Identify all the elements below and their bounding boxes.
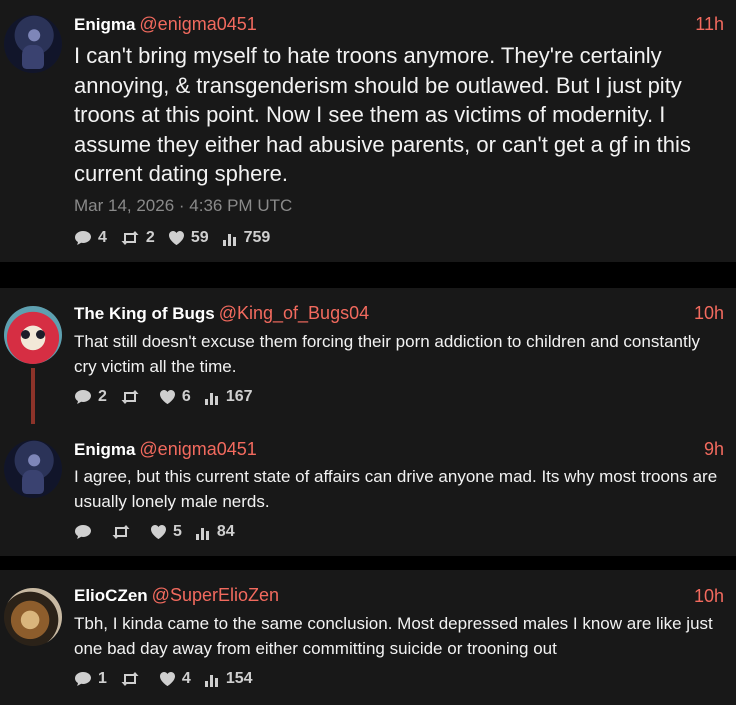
author-name[interactable]: Enigma — [74, 440, 135, 459]
repost-icon — [121, 231, 139, 245]
repost-button[interactable] — [120, 389, 146, 405]
repost-count: 2 — [145, 229, 155, 246]
reply-button[interactable] — [74, 524, 98, 540]
main-post-card[interactable]: Enigma @enigma0451 11h I can't bring myse… — [0, 0, 736, 262]
like-icon — [168, 231, 184, 245]
repost-icon — [112, 525, 130, 539]
post-stats: 1 4 154 — [74, 670, 266, 688]
views-icon — [204, 674, 218, 687]
post-text: I can't bring myself to hate troons anym… — [74, 43, 691, 186]
author-handle[interactable]: @King_of_Bugs04 — [219, 303, 369, 323]
like-icon — [159, 672, 175, 686]
post-date[interactable]: Mar 14, 2026 · 4:36 PM UTC — [74, 196, 292, 216]
reply-button[interactable]: 2 — [74, 388, 107, 406]
reply-count: 2 — [98, 388, 107, 405]
post-time[interactable]: 10h — [694, 303, 724, 324]
like-count: 6 — [181, 388, 191, 405]
views-icon — [195, 527, 209, 540]
reply-button[interactable]: 4 — [74, 229, 107, 247]
author-handle[interactable]: @enigma0451 — [139, 14, 256, 34]
views-icon — [222, 233, 236, 246]
post-author[interactable]: Enigma @enigma0451 — [74, 14, 257, 35]
reply-count: 1 — [98, 670, 107, 687]
like-count: 5 — [173, 523, 182, 540]
views-count: 154 — [225, 670, 253, 687]
views-button[interactable]: 167 — [204, 388, 253, 406]
post-author[interactable]: The King of Bugs @King_of_Bugs04 — [74, 303, 369, 324]
post-text: That still doesn't excuse them forcing t… — [74, 332, 700, 376]
reply-count: 4 — [98, 229, 107, 246]
post-time[interactable]: 9h — [704, 439, 724, 460]
views-button[interactable]: 759 — [222, 229, 271, 247]
post-time[interactable]: 11h — [695, 14, 724, 35]
post-stats: 4 2 59 759 — [74, 229, 283, 247]
author-name[interactable]: ElioCZen — [74, 586, 148, 605]
views-icon — [204, 392, 218, 405]
views-count: 167 — [225, 388, 253, 405]
like-button[interactable]: 4 — [159, 670, 191, 688]
author-handle[interactable]: @enigma0451 — [139, 439, 256, 459]
like-button[interactable]: 6 — [159, 388, 191, 406]
reply-button[interactable]: 1 — [74, 670, 107, 688]
reply-icon — [75, 231, 91, 245]
repost-button[interactable] — [120, 671, 146, 687]
like-icon — [159, 390, 175, 404]
like-button[interactable]: 59 — [168, 229, 209, 247]
reply-post-card[interactable]: ElioCZen @SuperElioZen 10h Tbh, I kinda c… — [0, 570, 736, 705]
views-count: 84 — [216, 523, 235, 540]
post-text: Tbh, I kinda came to the same conclusion… — [74, 614, 713, 658]
post-stats: 2 6 167 — [74, 388, 266, 406]
thread-card: The King of Bugs @King_of_Bugs04 10h That… — [0, 288, 736, 556]
post-text: I agree, but this current state of affai… — [74, 467, 718, 511]
repost-icon — [121, 672, 139, 686]
like-icon — [151, 525, 166, 539]
avatar[interactable] — [4, 588, 62, 646]
avatar[interactable] — [4, 15, 62, 73]
post-time[interactable]: 10h — [694, 586, 724, 607]
repost-icon — [121, 390, 139, 404]
avatar[interactable] — [4, 306, 62, 364]
post-author[interactable]: Enigma @enigma0451 — [74, 439, 257, 460]
like-count: 4 — [181, 670, 191, 687]
reply-post[interactable]: Enigma @enigma0451 9h I agree, but this c… — [0, 424, 736, 556]
author-name[interactable]: Enigma — [74, 15, 135, 34]
author-name[interactable]: The King of Bugs — [74, 304, 215, 323]
views-button[interactable]: 84 — [195, 523, 235, 541]
reply-icon — [75, 390, 91, 404]
repost-button[interactable] — [111, 524, 137, 540]
like-button[interactable]: 5 — [150, 523, 182, 541]
reply-icon — [75, 672, 91, 686]
avatar[interactable] — [4, 440, 62, 498]
views-count: 759 — [243, 229, 271, 246]
post-stats: 5 84 — [74, 523, 248, 541]
author-handle[interactable]: @SuperElioZen — [152, 585, 279, 605]
reply-icon — [75, 525, 91, 539]
post-author[interactable]: ElioCZen @SuperElioZen — [74, 585, 279, 606]
like-count: 59 — [190, 229, 209, 246]
repost-button[interactable]: 2 — [120, 229, 155, 247]
reply-post[interactable]: The King of Bugs @King_of_Bugs04 10h That… — [0, 288, 736, 418]
views-button[interactable]: 154 — [204, 670, 253, 688]
